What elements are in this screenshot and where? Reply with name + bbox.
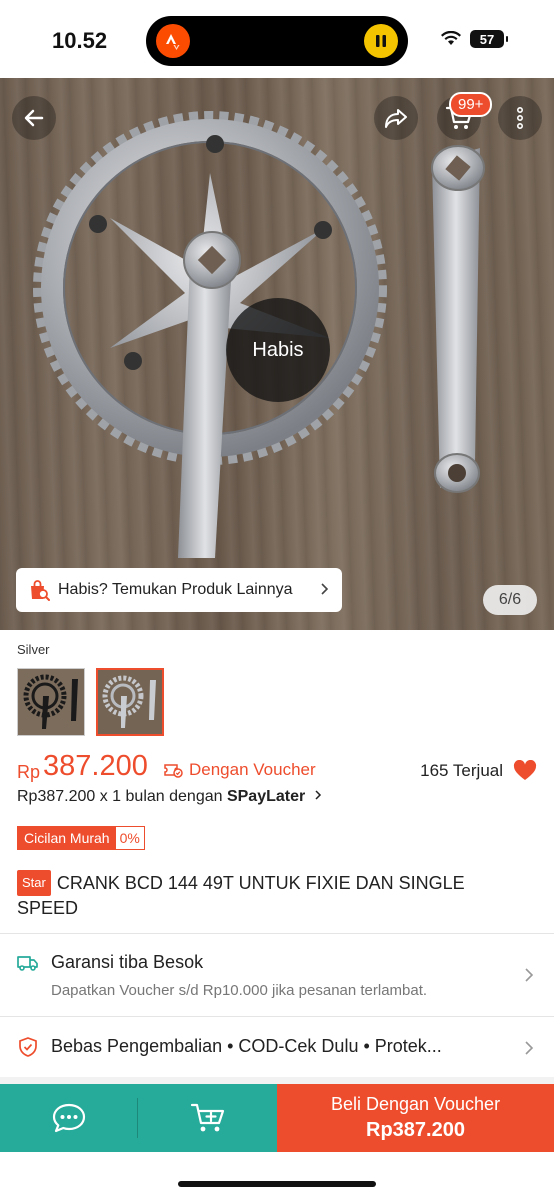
chevron-right-icon [525, 968, 534, 982]
more-vertical-icon [516, 106, 524, 129]
product-title-text: CRANK BCD 144 49T UNTUK FIXIE DAN SINGLE… [17, 873, 465, 918]
service-features-text: Bebas Pengembalian • COD-Cek Dulu • Prot… [51, 1036, 442, 1056]
find-other-products-label: Habis? Temukan Produk Lainnya [58, 581, 293, 598]
status-bar: 10.52 57 [0, 0, 554, 78]
chevron-right-icon [315, 790, 321, 800]
back-button[interactable] [12, 96, 56, 140]
battery-indicator: 57 [470, 30, 508, 48]
installment-brand: SPayLater [226, 788, 306, 805]
bottom-action-bar: Beli Dengan Voucher Rp387.200 [0, 1084, 554, 1152]
price-value: 387.200 [43, 750, 148, 782]
image-counter: 6/6 [483, 585, 537, 615]
status-time: 10.52 [52, 28, 108, 53]
share-icon [385, 109, 407, 128]
product-title: Star CRANK BCD 144 49T UNTUK FIXIE DAN SI… [17, 870, 517, 920]
service-features-row[interactable]: Bebas Pengembalian • COD-Cek Dulu • Prot… [0, 1017, 554, 1077]
shipping-guarantee-subtitle: Dapatkan Voucher s/d Rp10.000 jika pesan… [51, 982, 428, 999]
delivery-truck-icon [17, 956, 38, 971]
product-image-carousel[interactable]: 99+ Habis Habis? Temukan Produk Lainnya … [0, 78, 554, 630]
home-indicator[interactable] [178, 1181, 376, 1187]
voucher-icon [164, 764, 183, 778]
share-button[interactable] [374, 96, 418, 140]
cicilan-badge: Cicilan Murah 0% [17, 826, 145, 850]
buy-button-price: Rp387.200 [366, 1119, 465, 1141]
shipping-guarantee-title: Garansi tiba Besok [51, 952, 204, 972]
spaylater-installment-link[interactable]: Rp387.200 x 1 bulan dengan SPayLater [17, 788, 322, 806]
price-row: Rp 387.200 Dengan Voucher 165 Terjual [17, 750, 537, 786]
chevron-right-icon [525, 1041, 534, 1055]
buy-with-voucher-button[interactable]: Beli Dengan Voucher Rp387.200 [277, 1084, 554, 1152]
buy-button-label: Beli Dengan Voucher [330, 1094, 501, 1114]
chat-icon [52, 1103, 86, 1133]
heart-icon[interactable] [513, 760, 537, 782]
voucher-label: Dengan Voucher [189, 760, 316, 779]
shipping-guarantee-row[interactable]: Garansi tiba Besok Dapatkan Voucher s/d … [0, 934, 554, 1016]
installment-text: Rp387.200 x 1 bulan dengan [17, 788, 227, 805]
find-other-products-button[interactable]: Habis? Temukan Produk Lainnya [16, 568, 342, 612]
variant-label: Silver [17, 642, 50, 657]
cicilan-label: Cicilan Murah [18, 827, 116, 849]
arrow-left-icon [24, 109, 44, 127]
strava-activity-icon [156, 24, 190, 58]
shopping-bag-search-icon [31, 580, 50, 601]
dynamic-island [146, 16, 408, 66]
shield-check-icon [19, 1037, 37, 1057]
chevron-right-icon [321, 583, 329, 595]
status-indicators: 57 [440, 30, 508, 48]
sold-count: 165 Terjual [420, 760, 537, 782]
more-options-button[interactable] [498, 96, 542, 140]
add-to-cart-button[interactable] [138, 1084, 277, 1152]
add-to-cart-icon [190, 1103, 224, 1132]
variant-thumbnail-black[interactable] [17, 668, 85, 736]
cart-count-badge: 99+ [449, 92, 493, 117]
variant-thumbnail-silver[interactable] [96, 668, 164, 736]
wifi-icon [441, 31, 461, 45]
chat-button[interactable] [0, 1084, 138, 1152]
star-seller-tag: Star [17, 870, 51, 896]
price-currency: Rp [17, 762, 41, 782]
voucher-price-link[interactable]: Dengan Voucher [163, 760, 316, 780]
pause-icon[interactable] [364, 24, 398, 58]
sold-out-overlay: Habis [226, 298, 330, 402]
sold-count-label: 165 Terjual [420, 761, 503, 780]
cicilan-rate: 0% [119, 830, 140, 846]
